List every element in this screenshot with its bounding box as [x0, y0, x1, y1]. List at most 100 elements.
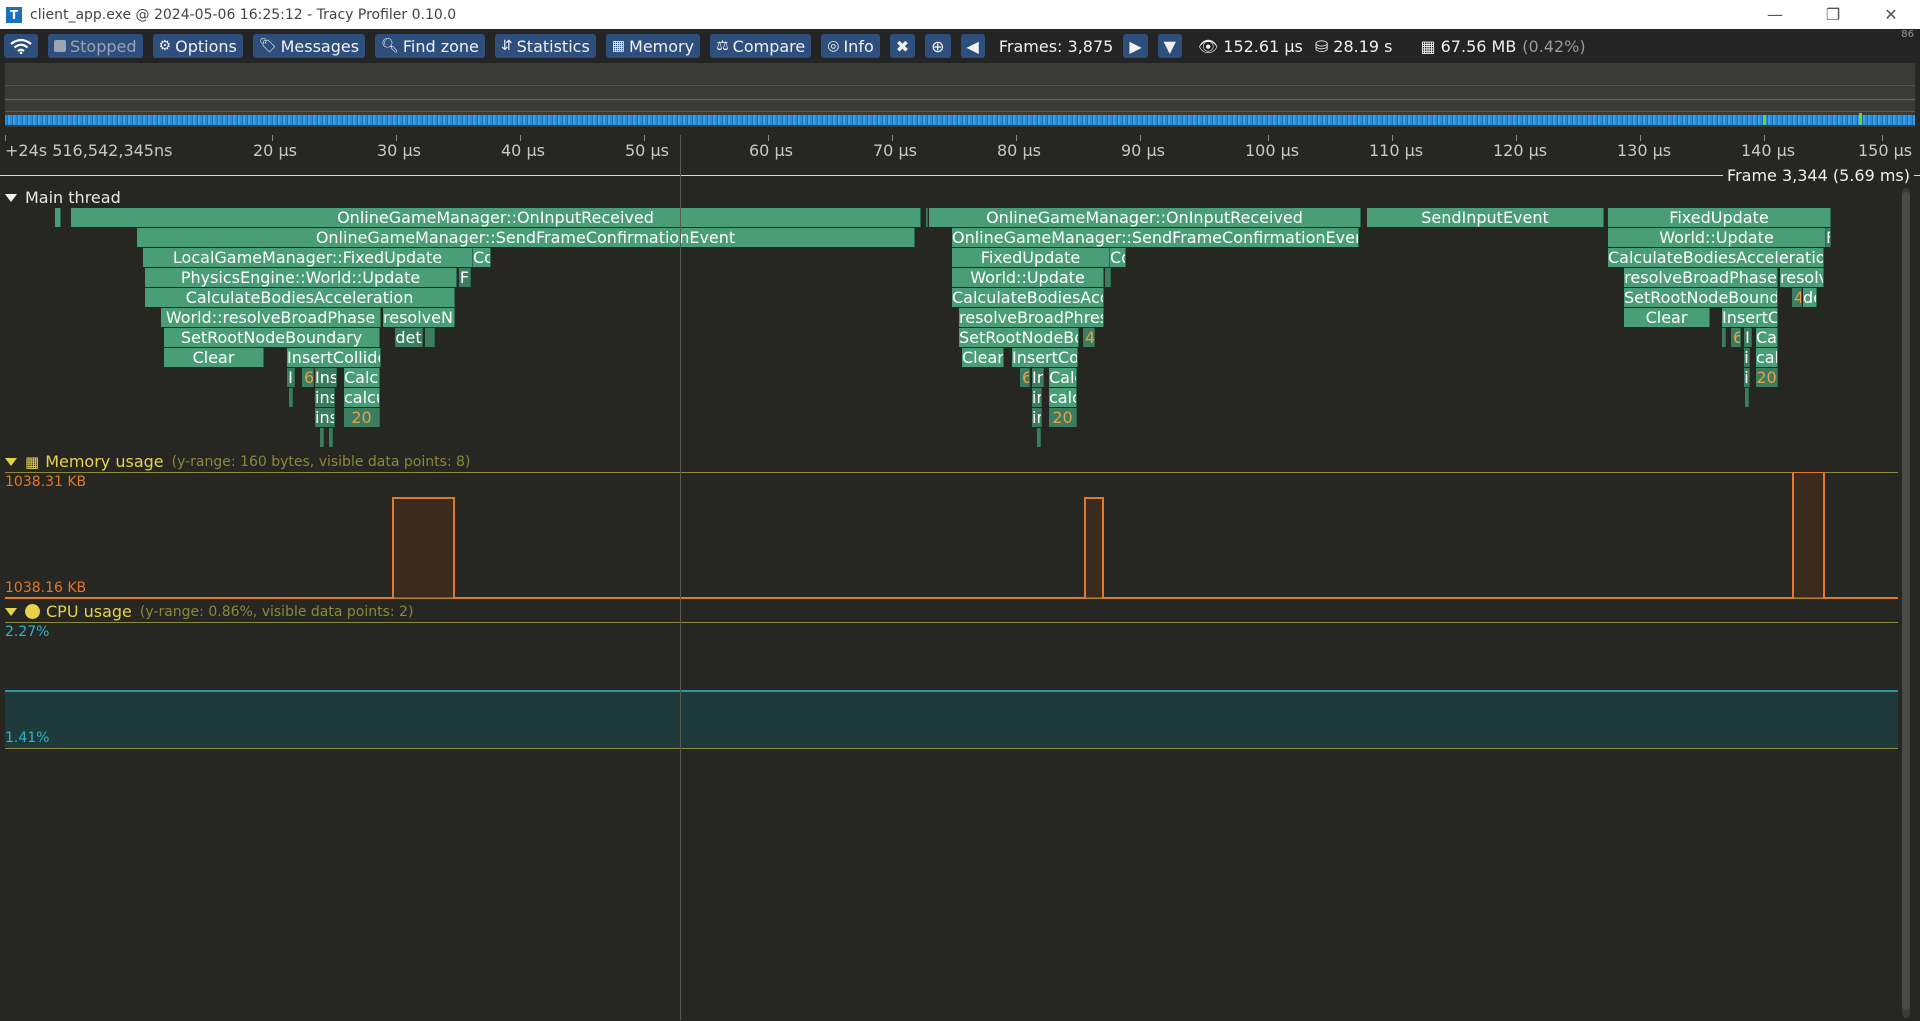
time-ruler[interactable]: +24s 516,542,345ns 20 μs 30 μs 40 μs 50 …: [0, 135, 1920, 167]
zone[interactable]: FixedUpdate: [1608, 208, 1831, 227]
zone[interactable]: OnlineGameManager::OnInputReceived: [929, 208, 1361, 227]
close-button[interactable]: ✕: [1862, 0, 1920, 29]
zone[interactable]: SendInputEvent: [1367, 208, 1604, 227]
zone[interactable]: resolveNa: [383, 308, 455, 327]
zone[interactable]: CalculateBodiesAcce: [952, 288, 1104, 307]
zone[interactable]: [329, 428, 333, 447]
timeline-scrollbar[interactable]: [1902, 188, 1910, 1018]
zone[interactable]: [926, 208, 928, 227]
zone[interactable]: [320, 428, 324, 447]
zone[interactable]: InsertC: [1722, 308, 1778, 327]
next-frame-button[interactable]: ▶: [1123, 34, 1148, 58]
zone[interactable]: 20: [1756, 368, 1778, 387]
search-icon: 🔍︎: [381, 38, 399, 54]
cpu-min-label: 1.41%: [5, 730, 50, 746]
prev-frame-button[interactable]: ◀: [960, 34, 985, 58]
options-button[interactable]: ⚙ Options: [152, 34, 243, 58]
zone[interactable]: Co: [473, 248, 491, 267]
zone[interactable]: CalculateBodiesAcceleration: [1608, 248, 1824, 267]
zone[interactable]: det: [395, 328, 423, 347]
tick-label: 20 μs: [253, 141, 297, 160]
zone[interactable]: World::Update: [1608, 228, 1826, 247]
corner-number: 86: [1901, 29, 1914, 40]
zone[interactable]: Clear: [1624, 308, 1710, 327]
zone[interactable]: Clear: [962, 348, 1004, 367]
connection-button[interactable]: [4, 34, 38, 58]
zone[interactable]: ir: [1032, 388, 1042, 407]
zone[interactable]: Ir: [1032, 368, 1044, 387]
zone[interactable]: PhysicsEngine::World::Update: [145, 268, 457, 287]
zone[interactable]: Cal: [1756, 328, 1778, 347]
zone[interactable]: calcu: [344, 388, 380, 407]
zone[interactable]: ins: [315, 408, 335, 427]
main-thread-header[interactable]: Main thread: [5, 188, 121, 207]
zone[interactable]: resolveBroadPhase: [1624, 268, 1778, 287]
zone[interactable]: InsertCo: [1012, 348, 1078, 367]
zone[interactable]: SetRootNodeBounda: [1624, 288, 1778, 307]
zone[interactable]: FixedUpdate: [952, 248, 1110, 267]
tools-button[interactable]: ✖: [889, 34, 916, 58]
scrollbar-thumb[interactable]: [1902, 192, 1910, 1010]
zone[interactable]: Ins: [315, 368, 337, 387]
zone[interactable]: I: [1744, 328, 1752, 347]
zone[interactable]: 4: [1083, 328, 1095, 347]
zone[interactable]: World::resolveBroadPhase: [161, 308, 381, 327]
statistics-button[interactable]: ⇵ Statistics: [494, 34, 596, 58]
frame-indicator[interactable]: Frame 3,344 (5.69 ms): [0, 166, 1920, 185]
zone[interactable]: resolv: [1780, 268, 1824, 287]
zone[interactable]: 20: [344, 408, 380, 427]
zone[interactable]: Clear: [164, 348, 264, 367]
maximize-button[interactable]: ❐: [1804, 0, 1862, 29]
zone[interactable]: cal: [1756, 348, 1778, 367]
memory-usage-header[interactable]: ▦ Memory usage (y-range: 160 bytes, visi…: [5, 452, 470, 471]
zone[interactable]: 20: [1049, 408, 1077, 427]
cpu-usage-plot[interactable]: 2.27% 1.41%: [5, 622, 1898, 750]
frame-dropdown-button[interactable]: ▼: [1157, 34, 1182, 58]
minimize-button[interactable]: —: [1746, 0, 1804, 29]
zone[interactable]: 4: [1792, 288, 1802, 307]
zone[interactable]: [289, 388, 293, 407]
zone[interactable]: 6: [1731, 328, 1741, 347]
zone[interactable]: [425, 328, 435, 347]
zone[interactable]: [1722, 328, 1726, 347]
info-button[interactable]: ◎ Info: [821, 34, 880, 58]
zone[interactable]: [1105, 268, 1111, 287]
zone[interactable]: de: [1803, 288, 1817, 307]
zone[interactable]: 6: [1020, 368, 1030, 387]
zone[interactable]: resolveBroadPhres: [959, 308, 1104, 327]
zone[interactable]: F: [1826, 228, 1831, 247]
zone[interactable]: [1745, 388, 1749, 407]
zone[interactable]: OnlineGameManager::SendFrameConfirmation…: [137, 228, 915, 247]
zoom-button[interactable]: ⊕: [925, 34, 951, 58]
find-zone-button[interactable]: 🔍︎ Find zone: [375, 34, 485, 58]
zone[interactable]: Co: [1110, 248, 1126, 267]
zone[interactable]: calc: [1049, 388, 1077, 407]
memory-button[interactable]: ▦ Memory: [605, 34, 701, 58]
zone[interactable]: F: [459, 268, 471, 287]
zone[interactable]: OnlineGameManager::OnInputReceived: [71, 208, 921, 227]
zone[interactable]: SetRootNodeBo: [959, 328, 1079, 347]
cpu-usage-header[interactable]: CPU usage (y-range: 0.86%, visible data …: [5, 602, 413, 621]
zone[interactable]: LocalGameManager::FixedUpdate: [143, 248, 473, 267]
messages-button[interactable]: 🏷 Messages: [252, 34, 366, 58]
zone[interactable]: InsertCollide: [287, 348, 381, 367]
zone[interactable]: [55, 208, 61, 227]
zone[interactable]: i: [1744, 368, 1750, 387]
zone[interactable]: [1037, 428, 1041, 447]
zone[interactable]: World::Update: [952, 268, 1104, 287]
frames-overview-graph[interactable]: [5, 63, 1915, 127]
zone[interactable]: CalculateBodiesAcceleration: [145, 288, 455, 307]
zone[interactable]: 6: [302, 368, 314, 387]
frame-bar-marker: [1763, 115, 1766, 125]
memory-usage-plot[interactable]: 1038.31 KB 1038.16 KB: [5, 471, 1898, 600]
zone[interactable]: Calc: [1049, 368, 1077, 387]
zone[interactable]: i: [1744, 348, 1750, 367]
zone[interactable]: I: [287, 368, 295, 387]
zone[interactable]: SetRootNodeBoundary: [164, 328, 380, 347]
zone[interactable]: OnlineGameManager::SendFrameConfirmation…: [952, 228, 1359, 247]
stopped-button[interactable]: Stopped: [48, 34, 143, 58]
zone[interactable]: Calcu: [344, 368, 380, 387]
zone[interactable]: ir: [1032, 408, 1042, 427]
zone[interactable]: ins: [315, 388, 335, 407]
compare-button[interactable]: ⚖ Compare: [710, 34, 812, 58]
